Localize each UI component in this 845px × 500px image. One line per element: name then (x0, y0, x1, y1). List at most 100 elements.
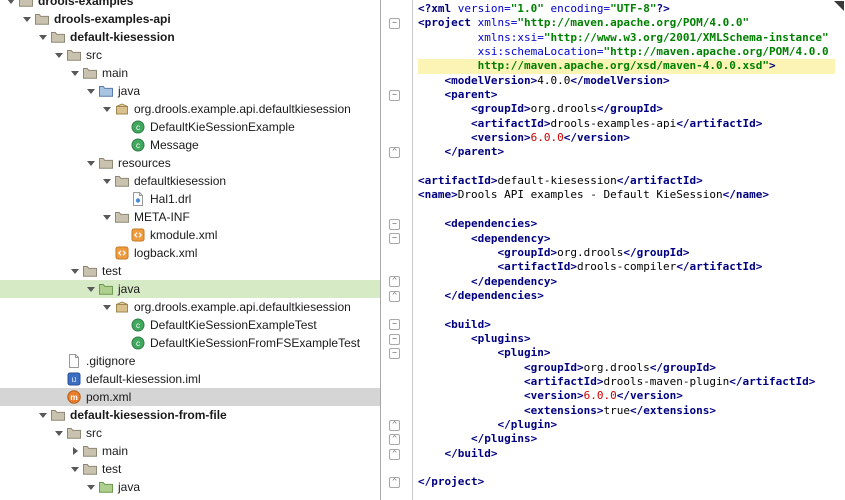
code-line[interactable]: <project xmlns="http://maven.apache.org/… (418, 16, 845, 30)
tree-item[interactable]: mpom.xml (0, 388, 380, 406)
code-line[interactable] (418, 303, 845, 317)
chevron-down-icon[interactable] (68, 64, 82, 82)
chevron-down-icon[interactable] (84, 478, 98, 496)
chevron-down-icon[interactable] (36, 28, 50, 46)
code-token (418, 389, 524, 402)
tree-item[interactable]: src (0, 46, 380, 64)
code-token: default-kiesession (497, 174, 616, 187)
fold-collapse-icon[interactable]: − (389, 18, 400, 29)
code-line[interactable] (418, 160, 845, 174)
tree-item[interactable]: IJdefault-kiesession.iml (0, 370, 380, 388)
tree-item[interactable]: default-kiesession-from-file (0, 406, 380, 424)
folder-icon (66, 47, 82, 63)
code-line[interactable]: <?xml version="1.0" encoding="UTF-8"?> (418, 2, 845, 16)
tree-item[interactable]: main (0, 442, 380, 460)
fold-end-icon[interactable]: ^ (389, 420, 400, 431)
code-line[interactable]: <build> (418, 318, 845, 332)
code-line[interactable]: </plugin> (418, 418, 845, 432)
chevron-down-icon[interactable] (52, 424, 66, 442)
code-line[interactable]: <plugins> (418, 332, 845, 346)
tree-item[interactable]: cMessage (0, 136, 380, 154)
error-stripe[interactable] (835, 0, 845, 500)
code-line[interactable]: <artifactId>drools-compiler</artifactId> (418, 260, 845, 274)
code-area[interactable]: <?xml version="1.0" encoding="UTF-8"?><p… (413, 0, 845, 500)
tree-item[interactable]: drools-examples-api (0, 10, 380, 28)
tree-item[interactable]: cDefaultKieSessionFromFSExampleTest (0, 334, 380, 352)
code-line[interactable]: <version>6.0.0</version> (418, 389, 845, 403)
chevron-down-icon[interactable] (100, 172, 114, 190)
tree-item[interactable]: drools-examples (0, 0, 380, 10)
chevron-down-icon[interactable] (100, 298, 114, 316)
tree-item[interactable]: org.drools.example.api.defaultkiesession (0, 298, 380, 316)
tree-item[interactable]: java (0, 82, 380, 100)
chevron-down-icon[interactable] (20, 10, 34, 28)
chevron-down-icon[interactable] (100, 208, 114, 226)
code-line[interactable]: <groupId>org.drools</groupId> (418, 361, 845, 375)
tree-item[interactable]: META-INF (0, 208, 380, 226)
code-line[interactable]: <artifactId>default-kiesession</artifact… (418, 174, 845, 188)
chevron-down-icon[interactable] (84, 82, 98, 100)
tree-item[interactable]: src (0, 424, 380, 442)
code-line[interactable]: <version>6.0.0</version> (418, 131, 845, 145)
chevron-down-icon[interactable] (84, 154, 98, 172)
tree-item[interactable]: defaultkiesession (0, 172, 380, 190)
code-line[interactable]: <dependency> (418, 232, 845, 246)
code-line[interactable]: xmlns:xsi="http://www.w3.org/2001/XMLSch… (418, 31, 845, 45)
chevron-down-icon[interactable] (68, 262, 82, 280)
code-line[interactable]: </build> (418, 447, 845, 461)
code-line[interactable]: </parent> (418, 145, 845, 159)
code-line[interactable]: <artifactId>drools-maven-plugin</artifac… (418, 375, 845, 389)
code-line[interactable]: </dependencies> (418, 289, 845, 303)
tree-item[interactable]: test (0, 262, 380, 280)
chevron-down-icon[interactable] (4, 0, 18, 10)
chevron-down-icon[interactable] (36, 406, 50, 424)
code-line[interactable] (418, 461, 845, 475)
code-line[interactable]: </dependency> (418, 275, 845, 289)
tree-item[interactable]: test (0, 460, 380, 478)
code-token: <groupId> (471, 102, 531, 115)
code-line[interactable]: http://maven.apache.org/xsd/maven-4.0.0.… (418, 59, 845, 73)
tree-item[interactable]: default-kiesession (0, 28, 380, 46)
tree-item[interactable]: .gitignore (0, 352, 380, 370)
tree-item[interactable]: java (0, 280, 380, 298)
code-line[interactable] (418, 203, 845, 217)
tree-item[interactable]: main (0, 64, 380, 82)
tree-item[interactable]: java (0, 478, 380, 496)
tree-item[interactable]: cDefaultKieSessionExampleTest (0, 316, 380, 334)
chevron-down-icon[interactable] (52, 46, 66, 64)
code-line[interactable]: <dependencies> (418, 217, 845, 231)
code-line[interactable]: <groupId>org.drools</groupId> (418, 102, 845, 116)
chevron-down-icon[interactable] (100, 100, 114, 118)
code-line[interactable]: </plugins> (418, 432, 845, 446)
fold-collapse-icon[interactable]: − (389, 334, 400, 345)
code-line[interactable]: <extensions>true</extensions> (418, 404, 845, 418)
tree-item[interactable]: logback.xml (0, 244, 380, 262)
tree-item[interactable]: cDefaultKieSessionExample (0, 118, 380, 136)
fold-collapse-icon[interactable]: − (389, 319, 400, 330)
code-line[interactable]: <parent> (418, 88, 845, 102)
code-line[interactable]: <groupId>org.drools</groupId> (418, 246, 845, 260)
tree-item[interactable]: kmodule.xml (0, 226, 380, 244)
fold-end-icon[interactable]: ^ (389, 291, 400, 302)
code-line[interactable]: <modelVersion>4.0.0</modelVersion> (418, 74, 845, 88)
code-line[interactable]: <plugin> (418, 346, 845, 360)
code-line[interactable]: <name>Drools API examples - Default KieS… (418, 188, 845, 202)
code-line[interactable]: </project> (418, 475, 845, 489)
chevron-down-icon[interactable] (68, 460, 82, 478)
chevron-right-icon[interactable] (68, 442, 82, 460)
code-line[interactable]: xsi:schemaLocation="http://maven.apache.… (418, 45, 845, 59)
fold-collapse-icon[interactable]: − (389, 90, 400, 101)
fold-collapse-icon[interactable]: − (389, 219, 400, 230)
fold-end-icon[interactable]: ^ (389, 276, 400, 287)
fold-end-icon[interactable]: ^ (389, 449, 400, 460)
chevron-down-icon[interactable] (84, 280, 98, 298)
fold-end-icon[interactable]: ^ (389, 477, 400, 488)
fold-collapse-icon[interactable]: − (389, 348, 400, 359)
tree-item[interactable]: org.drools.example.api.defaultkiesession (0, 100, 380, 118)
tree-item[interactable]: resources (0, 154, 380, 172)
code-line[interactable]: <artifactId>drools-examples-api</artifac… (418, 117, 845, 131)
fold-end-icon[interactable]: ^ (389, 147, 400, 158)
fold-end-icon[interactable]: ^ (389, 434, 400, 445)
tree-item[interactable]: Hal1.drl (0, 190, 380, 208)
fold-collapse-icon[interactable]: − (389, 233, 400, 244)
